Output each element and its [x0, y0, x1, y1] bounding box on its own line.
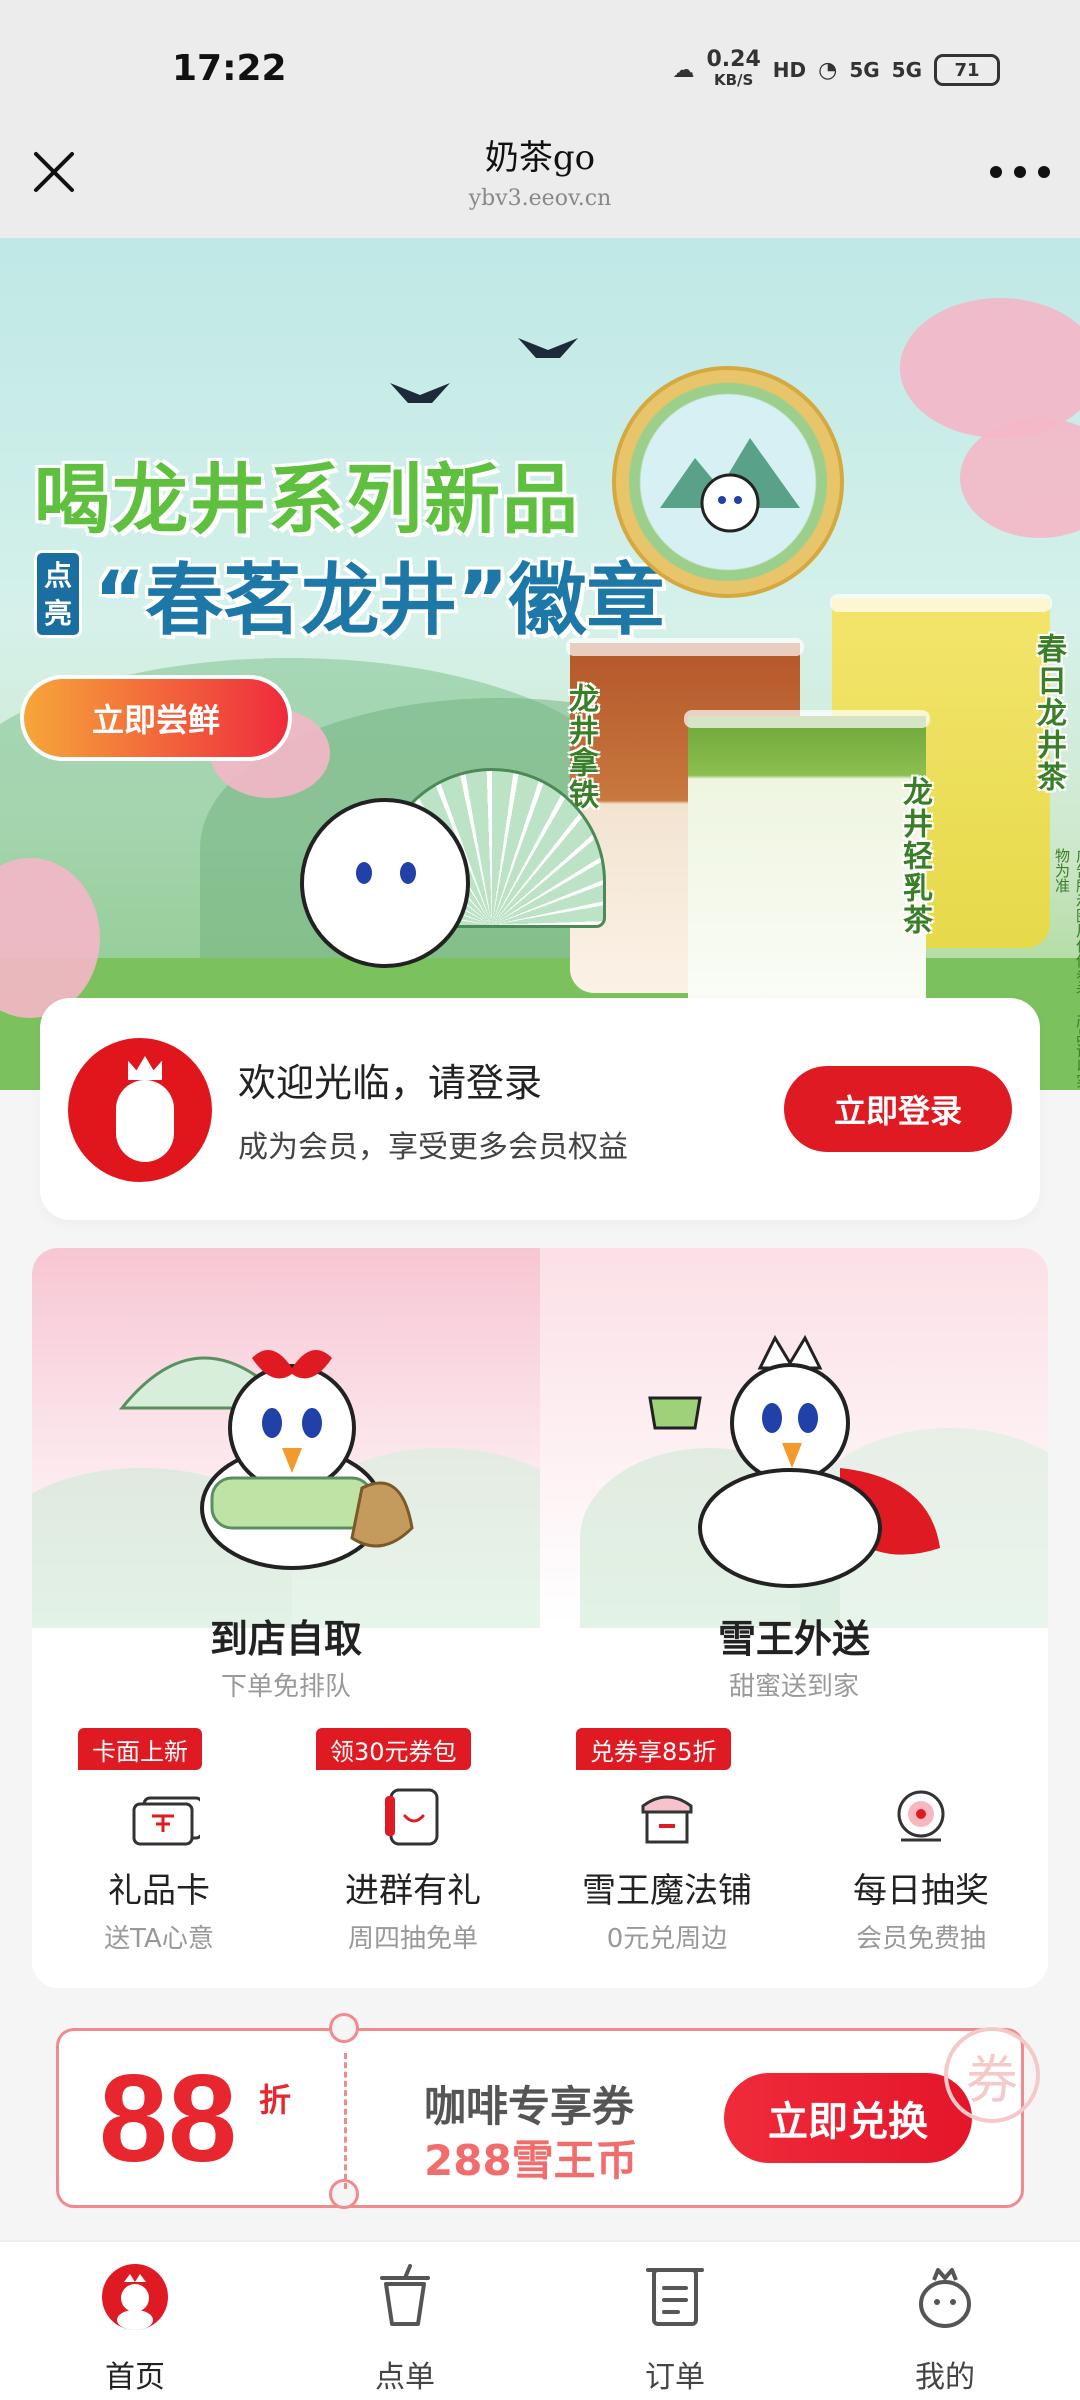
login-card: 欢迎光临，请登录 成为会员，享受更多会员权益 立即登录 — [40, 998, 1040, 1220]
banner-headline: 喝龙井系列新品 — [34, 455, 580, 544]
lottery-icon — [897, 1790, 945, 1842]
crown-icon — [128, 1056, 162, 1080]
coupon-discount: 88 — [99, 2050, 237, 2188]
feature-tag: 卡面上新 — [78, 1728, 202, 1770]
feature-group-gift[interactable]: 领30元券包 进群有礼 周四抽免单 — [286, 1718, 540, 1988]
coffee-coupon[interactable]: 88 折 咖啡专享券 288雪王币 立即兑换 券 — [56, 2013, 1040, 2209]
swallow-icon — [390, 383, 450, 403]
feature-daily-lottery[interactable]: 每日抽奖 会员免费抽 — [794, 1718, 1048, 1988]
coupon-divider — [344, 2053, 347, 2189]
pickup-tile[interactable]: 到店自取 下单免排队 — [32, 1248, 540, 1718]
feature-label: 礼品卡 — [108, 1871, 210, 1911]
tab-orders[interactable]: 订单 — [540, 2242, 810, 2400]
feature-label: 进群有礼 — [345, 1871, 481, 1911]
pickup-subtitle: 下单免排队 — [220, 1672, 351, 1702]
delivery-subtitle: 甜蜜送到家 — [728, 1672, 859, 1702]
blossom-decor — [900, 298, 1080, 438]
headline-tag: 点亮 — [34, 550, 82, 638]
swallow-icon — [518, 338, 578, 358]
tab-bar: 首页 点单 订单 我的 — [0, 2240, 1080, 2400]
signal-5g-2: 5G — [891, 58, 922, 82]
feature-tag: 领30元券包 — [316, 1728, 471, 1770]
status-bar: 17:22 ☁ 0.24 KB/S HD ◔ 5G 5G 71 — [0, 0, 1080, 130]
profile-icon — [919, 2268, 971, 2328]
delivery-tile[interactable]: 雪王外送 甜蜜送到家 — [540, 1248, 1048, 1718]
drink-label-milk-tea: 龙井轻乳茶 — [897, 776, 932, 936]
network-speed: 0.24 KB/S — [706, 47, 761, 90]
coupon-stamp: 券 — [944, 2027, 1040, 2123]
feature-label: 每日抽奖 — [853, 1871, 989, 1911]
cup-icon — [380, 2264, 430, 2326]
coupon-discount-unit: 折 — [259, 2081, 292, 2119]
feature-magic-shop[interactable]: 兑券享85折 雪王魔法铺 0元兑周边 — [540, 1718, 794, 1988]
status-icons: ☁ 0.24 KB/S HD ◔ 5G 5G 71 — [672, 47, 1000, 90]
tab-label: 点单 — [375, 2360, 435, 2395]
feature-sub: 会员免费抽 — [855, 1924, 986, 1954]
feature-sub: 0元兑周边 — [606, 1924, 728, 1954]
redeem-button[interactable]: 立即兑换 — [724, 2073, 972, 2163]
cup-lid — [830, 594, 1052, 612]
cloud-icon: ☁ — [672, 57, 695, 83]
badge-medal-icon — [612, 366, 844, 598]
pickup-title: 到店自取 — [209, 1617, 362, 1661]
delivery-title: 雪王外送 — [717, 1617, 870, 1661]
shop-icon — [641, 1795, 693, 1844]
coupon-cost: 288雪王币 — [424, 2136, 638, 2185]
feature-row: 卡面上新 礼品卡 送TA心意 领30元券包 进群有礼 周四抽免单 兑券享85折 — [32, 1718, 1048, 1988]
login-title: 欢迎光临，请登录 — [238, 1061, 543, 1105]
feature-gift-card[interactable]: 卡面上新 礼品卡 送TA心意 — [32, 1718, 286, 1988]
nav-bar: 奶茶go ybv3.eeov.cn — [0, 130, 1080, 238]
snow-king-mascot — [300, 798, 470, 968]
tab-order-menu[interactable]: 点单 — [270, 2242, 540, 2400]
login-button[interactable]: 立即登录 — [784, 1066, 1012, 1152]
signal-5g-1: 5G — [849, 58, 880, 82]
cup-lid — [684, 710, 930, 728]
delivery-mascot-icon — [648, 1334, 940, 1588]
feature-tag: 兑券享85折 — [576, 1728, 731, 1770]
tab-label: 我的 — [915, 2360, 975, 2395]
gift-card-icon — [132, 1796, 200, 1846]
promo-banner[interactable]: 喝龙井系列新品 点亮 “春茗龙井”徽章 立即尝鲜 龙井拿铁 龙井轻乳茶 春日龙井… — [0, 238, 1080, 1090]
page-url: ybv3.eeov.cn — [468, 186, 612, 211]
hd-icon: HD — [772, 58, 807, 82]
coupon-title: 咖啡专享券 — [424, 2082, 635, 2131]
feature-label: 雪王魔法铺 — [582, 1871, 752, 1911]
coupon-notch — [329, 2013, 359, 2043]
service-panel: 到店自取 下单免排队 雪王外送 甜蜜送到家 卡面上新 礼品卡 送TA心意 领30… — [32, 1248, 1048, 1988]
drink-label-spring-tea: 春日龙井茶 — [1031, 633, 1066, 793]
cup-lid — [566, 638, 804, 656]
banner-subheadline: 点亮 “春茗龙井”徽章 — [34, 538, 665, 650]
try-now-button[interactable]: 立即尝鲜 — [20, 675, 292, 761]
drink-label-latte: 龙井拿铁 — [563, 683, 598, 811]
home-icon — [102, 2264, 168, 2330]
order-icon — [646, 2268, 704, 2326]
tab-label: 首页 — [105, 2360, 165, 2395]
tab-profile[interactable]: 我的 — [810, 2242, 1080, 2400]
status-time: 17:22 — [172, 48, 287, 89]
login-subtitle: 成为会员，享受更多会员权益 — [238, 1130, 628, 1165]
pickup-mascot-icon — [118, 1350, 414, 1570]
battery-icon: 71 — [934, 54, 1000, 86]
feature-sub: 送TA心意 — [104, 1924, 214, 1954]
mascot-icon — [116, 1080, 174, 1162]
tab-home[interactable]: 首页 — [0, 2242, 270, 2400]
more-icon[interactable] — [990, 160, 1050, 184]
tab-label: 订单 — [645, 2360, 705, 2395]
headline-badge-text: “春茗龙井”徽章 — [94, 556, 665, 646]
feature-sub: 周四抽免单 — [347, 1924, 478, 1954]
medal-mascot-icon — [660, 438, 800, 533]
ad-disclaimer: 广告所示图片仅供参考，产品请以实物为准 — [1053, 848, 1080, 1088]
group-chat-icon — [385, 1788, 439, 1846]
wifi-icon: ◔ — [818, 57, 838, 83]
page-title: 奶茶go — [484, 138, 596, 178]
avatar — [68, 1038, 212, 1182]
